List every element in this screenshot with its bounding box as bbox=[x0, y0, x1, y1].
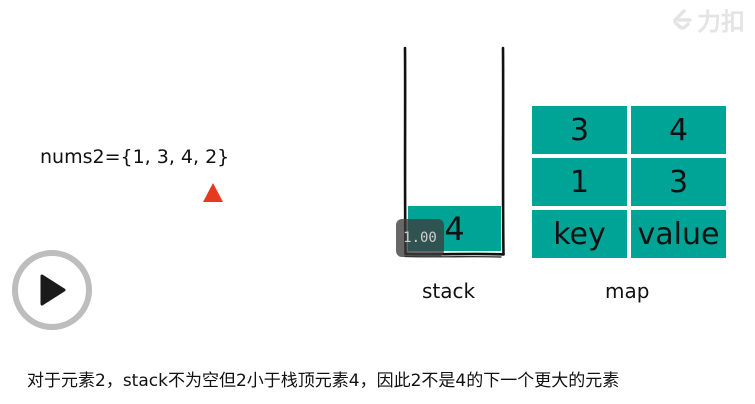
up-triangle-icon bbox=[203, 183, 223, 202]
video-frame: 力扣 nums2={1, 3, 4, 2} 4 1.00 stack 3 4 1… bbox=[0, 0, 755, 404]
map-value-cell: 3 bbox=[631, 158, 726, 206]
play-icon bbox=[40, 274, 66, 306]
map-key-cell: 1 bbox=[532, 158, 627, 206]
map-key-header: key bbox=[532, 210, 627, 258]
map-table: 3 4 1 3 key value bbox=[532, 106, 726, 258]
map-label: map bbox=[605, 279, 650, 303]
map-value-cell: 4 bbox=[631, 106, 726, 154]
playback-speed-badge[interactable]: 1.00 bbox=[396, 219, 444, 257]
play-button[interactable] bbox=[12, 250, 92, 330]
subtitle: 对于元素2，stack不为空但2小于栈顶元素4，因此2不是4的下一个更大的元素 bbox=[27, 371, 620, 391]
leetcode-logo-icon bbox=[673, 8, 692, 30]
watermark: 力扣 bbox=[668, 2, 745, 37]
stack-label: stack bbox=[422, 279, 476, 303]
map-key-cell: 3 bbox=[532, 106, 627, 154]
map-value-header: value bbox=[631, 210, 726, 258]
watermark-text: 力扣 bbox=[697, 8, 745, 36]
array-label: nums2={1, 3, 4, 2} bbox=[40, 146, 230, 168]
